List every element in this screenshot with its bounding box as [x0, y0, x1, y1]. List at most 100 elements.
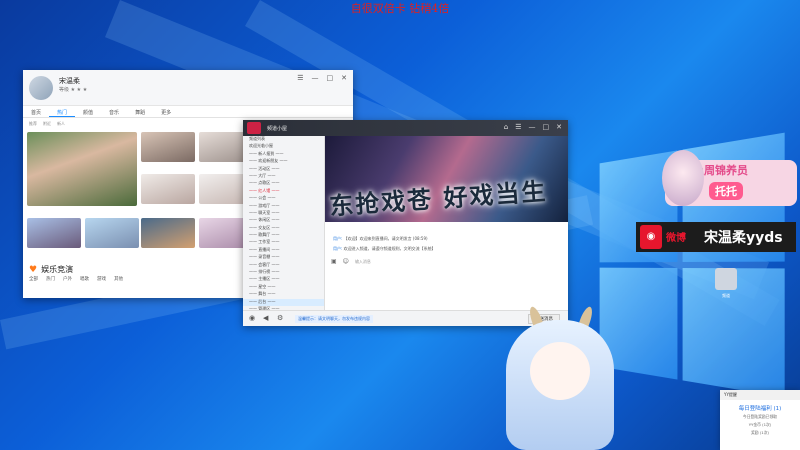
chat-text: 欢迎进入频道，请遵守频道规则，文明交流【系统】 [343, 246, 436, 251]
banner-title: 东抢戏苍 好戏当生 [328, 176, 549, 221]
section-heading: ♥ 娱乐竞演 [29, 264, 73, 275]
chat-user[interactable]: 用户: [333, 246, 342, 251]
chat-toolbar: ▣ ☺ 输入消息 [331, 258, 371, 265]
home-icon[interactable]: ⌂ [504, 123, 508, 131]
channel-tree-item[interactable]: —— 录音棚 —— [243, 254, 324, 261]
chip-other[interactable]: 其他 [114, 276, 123, 282]
image-icon[interactable]: ▣ [331, 258, 337, 265]
popup-line: YY金币 (1次) [748, 422, 772, 427]
chip-singing[interactable]: 唱歌 [80, 276, 89, 282]
maximize-icon[interactable]: □ [543, 123, 550, 131]
subtab-recommend[interactable]: 推荐 [29, 121, 37, 126]
vtuber-face [530, 342, 590, 400]
chat-user[interactable]: 用户: [333, 236, 342, 241]
channel-tree-item[interactable]: —— 排行榜 —— [243, 269, 324, 276]
channel-tree-item[interactable]: —— 直播间 —— [243, 247, 324, 254]
channel-tree-item[interactable]: —— 舞台 —— [243, 291, 324, 298]
channel-tree-item[interactable]: —— 活动区 —— [243, 166, 324, 173]
channel-tree-item[interactable]: —— 歌舞厅 —— [243, 232, 324, 239]
popup-line: 今日登陆奖励已领取 [742, 414, 778, 419]
main-tabs: 首页 热门 颜值 音乐 舞蹈 更多 [23, 106, 353, 118]
tab-more[interactable]: 更多 [153, 106, 179, 117]
user-name: 宋温柔 [59, 77, 80, 85]
mic-icon[interactable]: ◉ [249, 314, 255, 322]
window-header: 宋温柔 等级 ★ ★ ★ ☰ — □ ✕ [23, 70, 353, 106]
maximize-icon[interactable]: □ [327, 74, 334, 82]
menu-icon[interactable]: ☰ [297, 74, 303, 82]
channel-tree-item[interactable]: —— 会客厅 —— [243, 262, 324, 269]
weibo-icon: ◉ [640, 225, 662, 249]
channel-tree-item[interactable]: —— 大厅 —— [243, 173, 324, 180]
channel-tree-item[interactable]: —— 主播区 —— [243, 276, 324, 283]
emoji-icon[interactable]: ☺ [343, 258, 349, 265]
chip-all[interactable]: 全部 [29, 276, 38, 282]
chip-outdoor[interactable]: 户外 [63, 276, 72, 282]
channel-tree-item[interactable]: —— 欢迎新朋友 —— [243, 158, 324, 165]
tab-dance[interactable]: 舞蹈 [127, 106, 153, 117]
section-title: 娱乐竞演 [41, 265, 74, 274]
desktop-icon-caption[interactable]: 频道 [700, 293, 752, 299]
app-window-channel[interactable]: 频道小屋 ⌂ ☰ — □ ✕ 频道列表 欢迎光临小屋 —— 新人报到 —— —— 欢迎… [243, 120, 568, 326]
popup-title: YY提醒 [720, 390, 800, 400]
event-banner[interactable]: 东抢戏苍 好戏当生 [325, 136, 568, 222]
weibo-name: 宋温柔yyds [704, 230, 783, 246]
popup-heading[interactable]: 每日登陆福利 (1) [720, 404, 800, 412]
tab-home[interactable]: 首页 [23, 106, 49, 117]
chat-message: 用户: 【欢迎】欢迎来到直播间，请文明发言 (08:59) [333, 236, 428, 242]
chat-text: 【欢迎】欢迎来到直播间，请文明发言 (08:59) [343, 236, 428, 241]
subtab-nearby[interactable]: 附近 [43, 121, 51, 126]
badge-name: 托托 [709, 182, 743, 200]
minimize-icon[interactable]: — [529, 123, 536, 131]
top-banner-text: 自很双倍卡 钻稍4倍 [350, 2, 450, 15]
chibi-avatar [662, 150, 704, 206]
subtab-new[interactable]: 新人 [57, 121, 65, 126]
window-controls: ⌂ ☰ — □ ✕ [504, 123, 562, 131]
settings-icon[interactable]: ⚙ [277, 314, 283, 322]
stream-card[interactable] [27, 218, 81, 248]
channel-tree-item[interactable]: —— 公会 —— [243, 195, 324, 202]
channel-tree-item[interactable]: —— 后台 —— [243, 298, 324, 306]
weibo-label: 微博 [666, 233, 686, 244]
chat-message: 用户: 欢迎进入频道，请遵守频道规则，文明交流【系统】 [333, 246, 436, 252]
channel-tree-item[interactable]: —— 休闲区 —— [243, 217, 324, 224]
channel-tree-item[interactable]: —— 红人馆 —— [243, 188, 324, 195]
channel-tree-item[interactable]: —— 点歌区 —— [243, 180, 324, 187]
chat-input[interactable]: 输入消息 [355, 259, 371, 265]
speaker-icon[interactable]: ◀ [263, 314, 268, 322]
channel-tree-item[interactable]: 欢迎光临小屋 [243, 143, 324, 150]
channel-tree-item[interactable]: 频道列表 [243, 136, 324, 143]
stream-card[interactable] [85, 218, 139, 248]
minimize-icon[interactable]: — [312, 74, 319, 82]
tab-music[interactable]: 音乐 [101, 106, 127, 117]
menu-icon[interactable]: ☰ [515, 123, 521, 131]
channel-tree-item[interactable]: —— 星空 —— [243, 284, 324, 291]
channel-tree-item[interactable]: —— 游戏厅 —— [243, 203, 324, 210]
channel-tree-item[interactable]: —— 交友区 —— [243, 225, 324, 232]
close-icon[interactable]: ✕ [341, 74, 347, 82]
stream-card[interactable] [141, 132, 195, 162]
channel-titlebar: 频道小屋 ⌂ ☰ — □ ✕ [243, 120, 568, 136]
channel-tree[interactable]: 频道列表 欢迎光临小屋 —— 新人报到 —— —— 欢迎新朋友 —— —— 活动区 ——… [243, 136, 325, 326]
popup-line: 奖励 (1次) [751, 430, 769, 435]
tab-hot[interactable]: 热门 [49, 106, 76, 117]
heart-icon: ♥ [29, 264, 38, 275]
channel-tree-item[interactable]: —— 聊天室 —— [243, 210, 324, 217]
notification-popup[interactable]: YY提醒 每日登陆福利 (1) 今日登陆奖励已领取 YY金币 (1次) 奖励 (… [720, 390, 800, 450]
chip-hot[interactable]: 热门 [46, 276, 55, 282]
notice-text: 温馨提示：请文明聊天，勿发布违规内容 [295, 315, 373, 323]
window-controls: ☰ — □ ✕ [297, 74, 347, 82]
tab-looks[interactable]: 颜值 [75, 106, 101, 117]
channel-name: 频道小屋 [267, 126, 288, 132]
desktop-app-icon[interactable] [715, 268, 737, 290]
channel-tree-item[interactable]: —— 新人报到 —— [243, 151, 324, 158]
chip-games[interactable]: 游戏 [97, 276, 106, 282]
stream-card[interactable] [141, 218, 195, 248]
stream-card[interactable] [141, 174, 195, 204]
avatar[interactable] [29, 76, 53, 100]
user-signature: 等级 ★ ★ ★ [59, 87, 88, 93]
close-icon[interactable]: ✕ [556, 123, 562, 131]
channel-tree-item[interactable]: —— 工作室 —— [243, 239, 324, 246]
channel-avatar[interactable] [247, 122, 261, 134]
category-chips: 全部 热门 户外 唱歌 游戏 其他 [29, 276, 123, 282]
stream-card[interactable] [27, 132, 137, 206]
